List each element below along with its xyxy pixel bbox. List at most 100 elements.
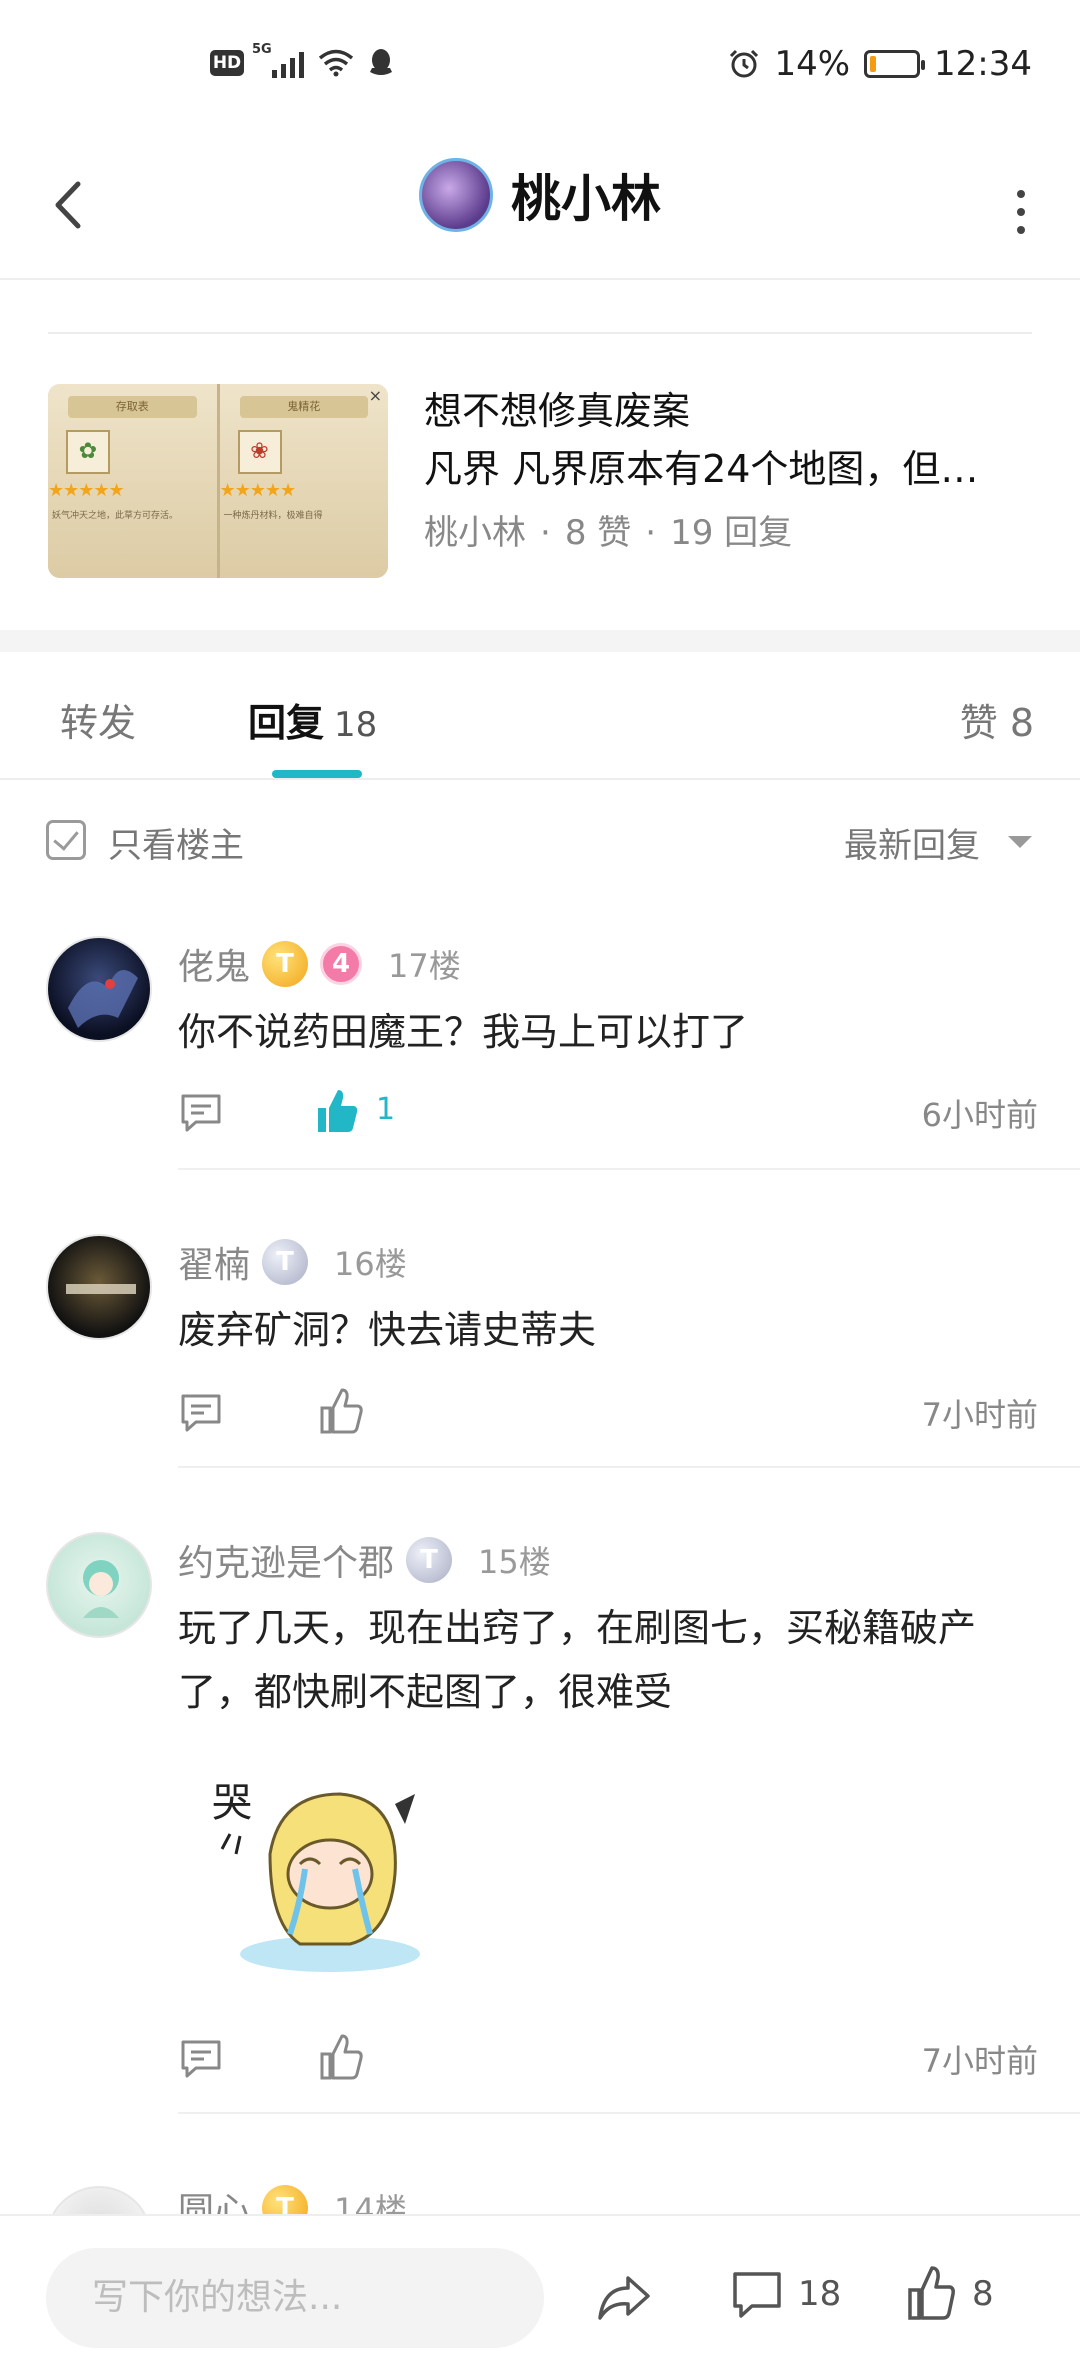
thumbs-up-icon[interactable] [314, 1086, 360, 1136]
thumbs-up-icon[interactable] [318, 2032, 364, 2082]
more-vertical-icon[interactable] [1006, 182, 1036, 242]
comment-username[interactable]: 约克逊是个郡 [178, 1534, 394, 1586]
filter-row: 只看楼主 最新回复 [0, 780, 1080, 900]
post-meta: 桃小林 · 8 赞 · 19 回复 [424, 502, 1034, 564]
comment-username[interactable]: 圆心 [178, 2182, 250, 2214]
comment-actions: 7小时前 [178, 2030, 1038, 2090]
post-title[interactable]: 想不想修真废案 [424, 382, 1034, 440]
comment-header: 圆心 T 14楼 [178, 2180, 407, 2214]
floor-number: 16楼 [334, 1245, 407, 1283]
comment-count: 18 [798, 2274, 842, 2314]
page: HD 5G 14% 12:34 桃小林 存取表 ✿ ★★★★★ 妖气冲天之地，此… [0, 0, 1080, 2376]
only-op-label[interactable]: 只看楼主 [108, 818, 244, 867]
like-count: 1 [376, 1092, 396, 1127]
page-title: 桃小林 [511, 170, 661, 228]
status-left: HD 5G [210, 42, 394, 78]
thumb-caption: 妖气冲天之地，此草方可存活。 [52, 511, 179, 521]
bottom-bar: 写下你的想法... 18 8 [0, 2214, 1080, 2376]
crying-sticker-image: 哭 [212, 1780, 420, 1972]
section-separator [0, 630, 1080, 652]
divider [178, 1466, 1080, 1468]
tab-indicator [272, 770, 362, 778]
comment-item: 佬鬼 T 4 17楼 你不说药田魔王？我马上可以打了 1 6小时前 [0, 936, 1080, 1172]
avatar[interactable] [46, 2186, 152, 2214]
tab-reply-label: 回复 [248, 701, 325, 745]
wifi-icon [318, 49, 354, 77]
comment-actions: 1 6小时前 [178, 1084, 1038, 1144]
sort-dropdown[interactable]: 最新回复 [844, 818, 980, 867]
header-user[interactable]: 桃小林 [0, 158, 1080, 232]
avatar[interactable] [46, 936, 152, 1042]
divider [178, 1168, 1080, 1170]
alarm-icon [730, 49, 759, 78]
battery-icon [864, 50, 926, 78]
status-right: 14% 12:34 [728, 44, 1032, 84]
tab-forward[interactable]: 转发 [60, 692, 136, 747]
comment-text: 玩了几天，现在出窍了，在刷图七，买秘籍破产了，都快刷不起图了，很难受 [178, 1606, 977, 1714]
meta-separator: · [645, 513, 657, 553]
cellular-signal-icon: 5G [252, 42, 304, 78]
share-icon[interactable] [596, 2270, 652, 2326]
avatar[interactable] [46, 1532, 152, 1638]
comment-time: 6小时前 [921, 1096, 1038, 1134]
rank-badge-icon: T [262, 941, 309, 987]
avatar[interactable] [46, 1234, 152, 1340]
post-info[interactable]: 想不想修真废案 凡界 凡界原本有24个地图，但… 桃小林 · 8 赞 · 19 回复 [424, 382, 1034, 564]
rank-badge-icon: T [262, 2185, 309, 2214]
tab-bar: 转发 回复 18 赞 8 [0, 652, 1080, 780]
post-thumbnail[interactable]: 存取表 ✿ ★★★★★ 妖气冲天之地，此草方可存活。 × 鬼精花 ❀ ★★★★★… [48, 384, 388, 578]
floor-number: 17楼 [388, 947, 461, 985]
post-author: 桃小林 [424, 513, 526, 553]
close-icon: × [368, 386, 382, 405]
avatar-dragon-art [68, 970, 138, 1028]
floor-number: 15楼 [478, 1543, 551, 1581]
header: 桃小林 [0, 130, 1080, 280]
comment-item: 约克逊是个郡 T 15楼 玩了几天，现在出窍了，在刷图七，买秘籍破产了，都快刷不… [0, 1532, 1080, 2116]
floor-number: 14楼 [334, 2191, 407, 2214]
status-bar: HD 5G 14% 12:34 [0, 0, 1080, 130]
thumb-ribbon: 鬼精花 [239, 396, 368, 418]
thumbs-up-icon[interactable] [906, 2264, 956, 2322]
comment-time: 7小时前 [921, 2042, 1038, 2080]
tab-like[interactable]: 赞 8 [960, 692, 1034, 747]
sticker-caption: 哭 [212, 1780, 252, 1826]
like-count: 8 [972, 2274, 994, 2314]
hd-icon: HD [210, 50, 244, 76]
divider [178, 2112, 1080, 2114]
star-rating: ★★★★★ [219, 480, 297, 501]
comment-text: 废弃矿洞？快去请史蒂夫 [178, 1308, 597, 1352]
caret-down-icon[interactable] [1008, 836, 1032, 848]
thumb-panel-right: × 鬼精花 ❀ ★★★★★ 一种炼丹材料，极难自得 [219, 384, 388, 578]
thumb-ribbon: 存取表 [68, 396, 197, 418]
comment-item: 圆心 T 14楼 [0, 2180, 1080, 2214]
tab-reply-count: 18 [334, 705, 378, 745]
qq-icon [370, 49, 392, 75]
reply-icon[interactable] [178, 1090, 224, 1136]
thumb-caption: 一种炼丹材料，极难自得 [223, 511, 323, 521]
comment-username[interactable]: 翟楠 [178, 1236, 250, 1288]
battery-level [870, 56, 877, 72]
divider [48, 332, 1032, 334]
post-replies: 19 回复 [670, 513, 793, 553]
rank-badge-icon: T [262, 1239, 309, 1285]
comment-item: 翟楠 T 16楼 废弃矿洞？快去请史蒂夫 7小时前 [0, 1234, 1080, 1470]
post-card[interactable]: 存取表 ✿ ★★★★★ 妖气冲天之地，此草方可存活。 × 鬼精花 ❀ ★★★★★… [0, 282, 1080, 630]
level-badge: 4 [320, 943, 363, 985]
comment-icon[interactable] [730, 2268, 784, 2322]
star-rating: ★★★★★ [48, 480, 125, 501]
avatar-logo-art [66, 1284, 136, 1294]
reply-icon[interactable] [178, 1390, 224, 1436]
clock: 12:34 [934, 44, 1032, 84]
avatar-character-art [83, 1560, 119, 1618]
comment-input[interactable]: 写下你的想法... [46, 2248, 544, 2348]
thumbs-up-icon[interactable] [318, 1386, 364, 1436]
comment-username[interactable]: 佬鬼 [178, 938, 250, 990]
thumb-panel-left: 存取表 ✿ ★★★★★ 妖气冲天之地，此草方可存活。 [48, 384, 220, 578]
meta-separator: · [540, 513, 551, 553]
only-op-checkbox[interactable] [46, 820, 86, 860]
tab-reply[interactable]: 回复 18 [248, 692, 377, 747]
post-excerpt[interactable]: 凡界 凡界原本有24个地图，但… [424, 440, 1034, 498]
comment-header: 佬鬼 T 4 17楼 [178, 936, 461, 992]
avatar[interactable] [419, 158, 493, 232]
reply-icon[interactable] [178, 2036, 224, 2082]
